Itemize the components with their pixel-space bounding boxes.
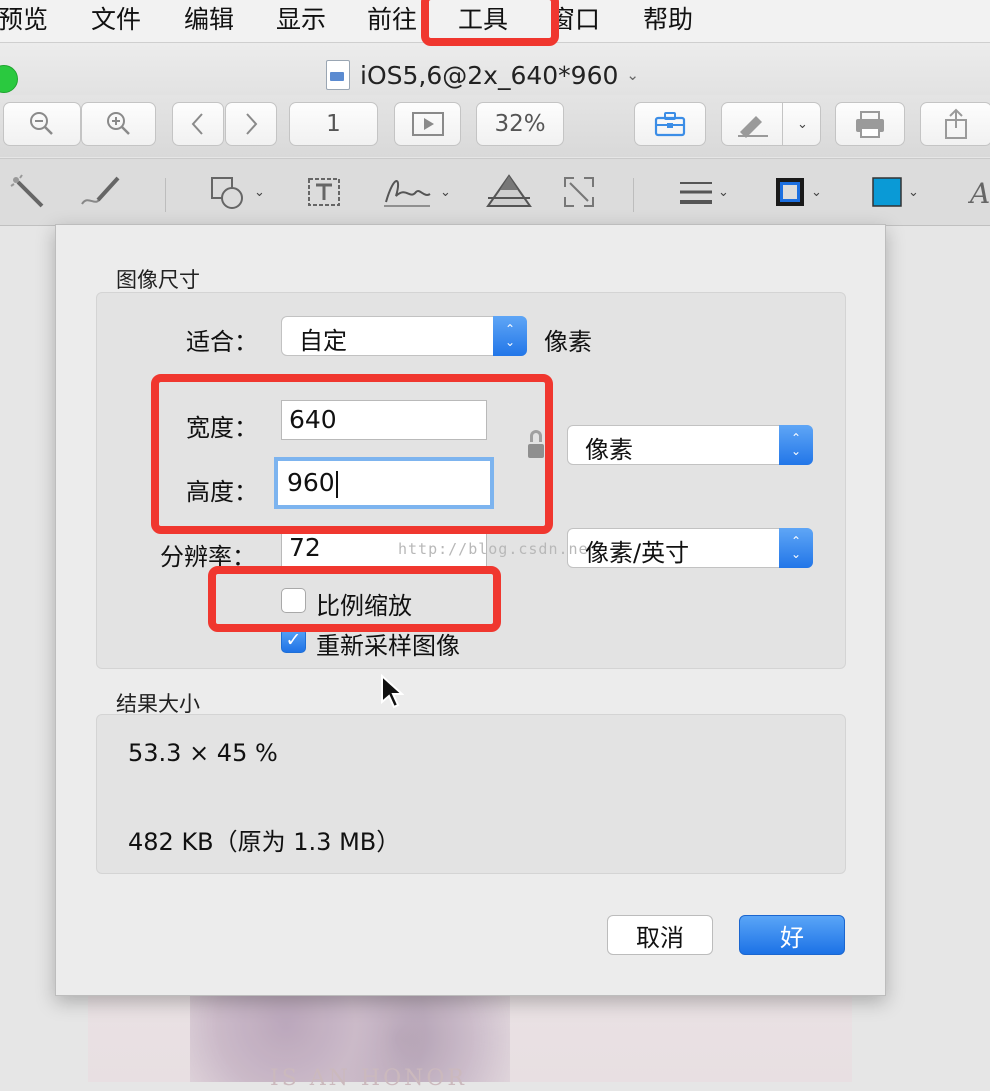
border-color-button[interactable]: ⌄ [775,172,822,212]
magic-wand-icon [10,174,44,208]
window-title: iOS5,6@2x_640*960 [360,60,619,90]
line-style-button[interactable]: ⌄ [680,172,729,212]
instant-alpha-button[interactable] [8,172,48,212]
zoom-out-button[interactable] [3,102,81,146]
adjust-color-icon [486,174,532,207]
text-box-button[interactable] [306,172,342,212]
fit-unit-label: 像素 [544,328,592,356]
chevron-down-icon: ⌄ [908,184,919,200]
window-title-area[interactable]: iOS5,6@2x_640*960 ⌄ [326,58,639,92]
resolution-unit-popup[interactable]: 像素/英寸 ⌃ ⌄ [567,528,813,568]
fit-popup-value: 自定 [299,327,347,355]
toolbox-button[interactable] [634,102,706,146]
page-number: 1 [326,111,341,137]
previous-page-button[interactable] [172,102,224,146]
menu-item-edit[interactable]: 编辑 [184,0,234,42]
adjust-color-button[interactable] [486,172,532,212]
cursor-icon [381,674,404,709]
chevron-down-icon: ⌄ [626,66,639,84]
svg-text:A: A [968,177,990,207]
zoom-level: 32% [494,111,546,137]
adjust-size-icon [564,177,594,207]
watermark: http://blog.csdn.ne [398,540,589,558]
popup-arrows-icon: ⌃ ⌄ [493,316,527,356]
line-style-icon [680,182,712,204]
fit-popup[interactable]: 自定 ⌃ ⌄ [281,316,527,356]
chevron-down-icon: ⌄ [440,184,451,200]
fill-color-icon [872,177,902,207]
popup-arrows-icon: ⌃ ⌄ [779,528,813,568]
signature-button[interactable]: ⌄ [380,172,451,212]
sketch-button[interactable] [78,172,124,212]
result-filesize: 482 KB（原为 1.3 MB） [128,828,401,856]
next-page-icon [246,113,258,135]
chevron-down-icon: ⌄ [254,184,265,200]
chevron-down-icon: ⌄ [811,184,822,200]
share-button[interactable] [920,102,990,146]
slideshow-icon [411,112,444,136]
zoom-out-icon [30,112,53,135]
popup-arrows-icon: ⌃ ⌄ [779,425,813,465]
markup-button[interactable]: ⌄ [721,102,821,146]
print-button[interactable] [835,102,905,146]
markup-separator [633,178,634,212]
slideshow-button[interactable] [394,102,461,146]
share-icon [945,108,967,139]
text-style-button[interactable]: A [968,172,990,212]
chevron-down-icon: ⌄ [797,116,808,132]
menu-item-go[interactable]: 前往 [367,0,417,42]
document-caption: IS AN HONOR [270,1066,467,1091]
document-icon [326,60,350,90]
annotation-box-scale-checkbox [208,566,501,632]
previous-page-icon [191,113,203,135]
shapes-icon [211,177,243,209]
text-style-icon: A [968,177,990,207]
menu-item-help[interactable]: 帮助 [643,0,693,42]
menu-item-view[interactable]: 显示 [276,0,326,42]
text-box-icon [308,178,340,206]
fill-color-button[interactable]: ⌄ [872,172,919,212]
chevron-down-icon: ⌄ [718,184,729,200]
resolution-unit-value: 像素/英寸 [585,539,690,567]
print-icon [856,111,884,138]
toolbox-icon [654,112,686,137]
checkmark-icon: ✓ [285,629,302,651]
result-percent: 53.3 × 45 % [128,739,278,767]
adjust-size-button[interactable] [562,172,596,212]
zoom-in-icon [106,112,130,135]
menu-item-preview[interactable]: 预览 [0,0,48,42]
next-page-button[interactable] [225,102,277,146]
page-number-field[interactable]: 1 [289,102,378,146]
dimension-unit-value: 像素 [585,436,633,464]
ok-button[interactable]: 好 [739,915,845,955]
markup-pen-icon [738,116,769,138]
fit-label: 适合： [186,328,258,356]
dimension-unit-popup[interactable]: 像素 ⌃ ⌄ [567,425,813,465]
sketch-icon [81,176,120,205]
zoom-in-button[interactable] [81,102,156,146]
shapes-button[interactable]: ⌄ [208,172,265,212]
annotation-box-dimensions [151,374,553,534]
border-color-icon [776,178,804,206]
signature-icon [384,180,431,207]
menu-item-file[interactable]: 文件 [91,0,141,42]
markup-separator [165,178,166,212]
image-size-section-title: 图像尺寸 [116,268,200,292]
annotation-box-tools-menu [421,0,559,46]
zoom-level-field[interactable]: 32% [476,102,564,146]
cancel-button[interactable]: 取消 [607,915,713,955]
